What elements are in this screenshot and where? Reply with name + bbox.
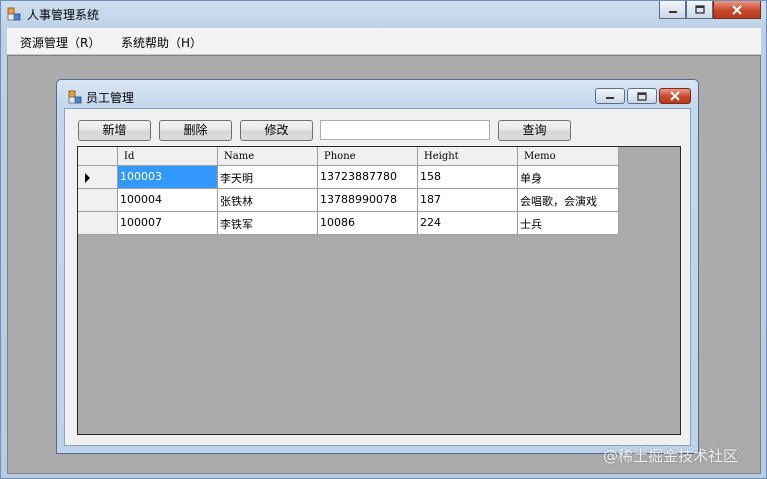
menu-item-resources[interactable]: 资源管理（R） — [20, 34, 100, 51]
cell-memo[interactable]: 士兵 — [518, 212, 619, 235]
menu-item-help[interactable]: 系统帮助（H） — [121, 34, 202, 51]
column-header-phone[interactable]: Phone — [318, 147, 418, 166]
edit-button[interactable]: 修改 — [240, 120, 313, 141]
child-maximize-button[interactable] — [627, 88, 657, 104]
employee-panel: 新增 删除 修改 查询 Id Name Phone Height Memo 10… — [64, 108, 691, 446]
column-header-name[interactable]: Name — [218, 147, 318, 166]
cell-id[interactable]: 100004 — [118, 189, 218, 212]
child-close-button[interactable] — [659, 88, 691, 104]
close-icon — [670, 91, 680, 101]
app-icon — [68, 90, 82, 104]
grid-corner — [78, 147, 118, 166]
column-header-memo[interactable]: Memo — [518, 147, 619, 166]
cell-name[interactable]: 李铁军 — [218, 212, 318, 235]
cell-phone[interactable]: 13723887780 — [318, 166, 418, 189]
maximize-icon — [694, 5, 705, 14]
employee-window: 员工管理 新增 删除 修改 查询 Id Name Phone Height Me… — [56, 79, 699, 454]
cell-height[interactable]: 158 — [418, 166, 518, 189]
cell-phone[interactable]: 13788990078 — [318, 189, 418, 212]
cell-name[interactable]: 张铁林 — [218, 189, 318, 212]
cell-height[interactable]: 224 — [418, 212, 518, 235]
window-title: 人事管理系统 — [27, 8, 100, 22]
close-button[interactable] — [713, 1, 761, 19]
cell-id[interactable]: 100007 — [118, 212, 218, 235]
cell-memo[interactable]: 单身 — [518, 166, 619, 189]
minimize-button[interactable] — [659, 1, 686, 19]
maximize-icon — [637, 91, 647, 101]
column-header-height[interactable]: Height — [418, 147, 518, 166]
cell-memo[interactable]: 会唱歌，会演戏 — [518, 189, 619, 212]
cell-name[interactable]: 李天明 — [218, 166, 318, 189]
query-button[interactable]: 查询 — [498, 120, 571, 141]
minimize-icon — [606, 97, 614, 99]
child-window-title: 员工管理 — [86, 91, 135, 105]
main-window: 人事管理系统 资源管理（R） 系统帮助（H） 员工管理 新增 删除 修改 查询 … — [0, 0, 767, 479]
row-header[interactable] — [78, 189, 118, 212]
menu-bar: 资源管理（R） 系统帮助（H） — [7, 28, 761, 55]
minimize-icon — [668, 10, 677, 13]
current-row-arrow-icon — [85, 173, 90, 183]
column-header-id[interactable]: Id — [118, 147, 218, 166]
row-header[interactable] — [78, 166, 118, 189]
cell-id[interactable]: 100003 — [118, 166, 218, 189]
cell-phone[interactable]: 10086 — [318, 212, 418, 235]
add-button[interactable]: 新增 — [78, 120, 151, 141]
employee-grid[interactable]: Id Name Phone Height Memo 100003 李天明 137… — [77, 146, 681, 435]
maximize-button[interactable] — [686, 1, 713, 19]
row-header[interactable] — [78, 212, 118, 235]
search-input[interactable] — [320, 120, 490, 140]
close-icon — [732, 4, 742, 15]
cell-height[interactable]: 187 — [418, 189, 518, 212]
delete-button[interactable]: 删除 — [159, 120, 232, 141]
child-minimize-button[interactable] — [595, 88, 625, 104]
watermark: @稀土掘金技术社区 — [603, 447, 739, 465]
app-icon — [7, 7, 21, 21]
